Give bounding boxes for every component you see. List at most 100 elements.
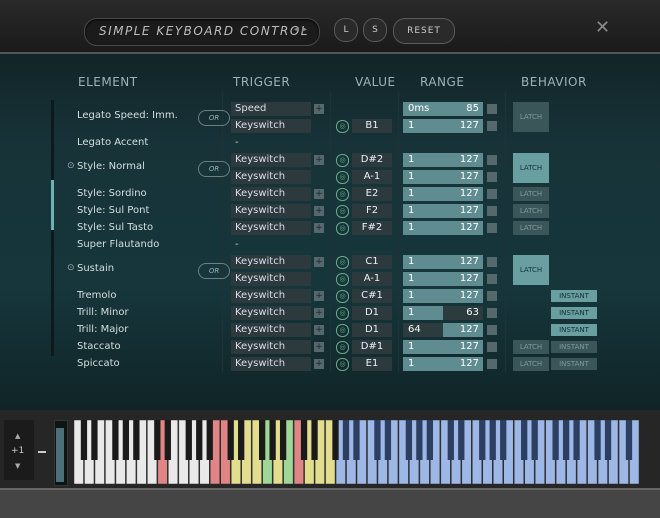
- black-key[interactable]: [80, 420, 88, 460]
- learn-icon[interactable]: ◎: [336, 273, 349, 286]
- learn-icon[interactable]: ◎: [336, 188, 349, 201]
- trigger-field[interactable]: Keyswitch: [231, 357, 311, 371]
- trigger-field[interactable]: Keyswitch: [231, 221, 311, 235]
- latch-button[interactable]: LATCH: [513, 102, 549, 132]
- learn-icon[interactable]: ◎: [336, 358, 349, 371]
- black-key[interactable]: [573, 420, 580, 460]
- range-slider[interactable]: 64 127: [403, 323, 483, 337]
- piano-keyboard[interactable]: [74, 420, 640, 484]
- black-key[interactable]: [521, 420, 528, 460]
- learn-icon[interactable]: ◎: [336, 154, 349, 167]
- black-key[interactable]: [479, 420, 486, 460]
- value-field[interactable]: A-1: [352, 170, 392, 184]
- edit-icon[interactable]: [487, 325, 497, 335]
- black-key[interactable]: [594, 420, 601, 460]
- edit-icon[interactable]: [487, 308, 497, 318]
- trigger-field[interactable]: Keyswitch: [231, 204, 311, 218]
- minus-icon[interactable]: [38, 451, 46, 453]
- black-key[interactable]: [112, 420, 119, 460]
- octave-up-icon[interactable]: ▲: [15, 432, 20, 440]
- black-key[interactable]: [185, 420, 192, 460]
- add-trigger-icon[interactable]: +: [314, 291, 324, 301]
- black-key[interactable]: [353, 420, 360, 460]
- scrollbar-thumb[interactable]: [51, 180, 54, 230]
- trigger-field[interactable]: Keyswitch: [231, 153, 311, 167]
- range-slider[interactable]: 1 127: [403, 255, 483, 269]
- title-selector[interactable]: SIMPLE KEYBOARD CONTROL ◂ ▸: [84, 18, 320, 46]
- black-key[interactable]: [500, 420, 507, 460]
- instant-button[interactable]: INSTANT: [551, 358, 597, 370]
- black-key[interactable]: [384, 420, 392, 460]
- reset-button[interactable]: RESET: [393, 18, 455, 44]
- black-key[interactable]: [332, 420, 339, 460]
- add-trigger-icon[interactable]: +: [314, 104, 324, 114]
- instant-button[interactable]: INSTANT: [551, 307, 597, 319]
- trigger-field[interactable]: Keyswitch: [231, 119, 311, 133]
- latch-button[interactable]: LATCH: [513, 153, 549, 183]
- range-slider[interactable]: 1 127: [403, 340, 483, 354]
- edit-icon[interactable]: [487, 121, 497, 131]
- edit-icon[interactable]: [487, 172, 497, 182]
- trigger-field[interactable]: Keyswitch: [231, 255, 311, 269]
- edit-icon[interactable]: [487, 274, 497, 284]
- learn-icon[interactable]: ◎: [336, 256, 349, 269]
- edit-icon[interactable]: [487, 291, 497, 301]
- black-key[interactable]: [91, 420, 98, 460]
- edit-icon[interactable]: [487, 189, 497, 199]
- radio-icon[interactable]: ⊙: [67, 161, 75, 171]
- value-field[interactable]: E2: [352, 187, 392, 201]
- range-slider[interactable]: 1 127: [403, 221, 483, 235]
- edit-icon[interactable]: [487, 359, 497, 369]
- black-key[interactable]: [489, 420, 496, 460]
- black-key[interactable]: [311, 420, 318, 460]
- edit-icon[interactable]: [487, 257, 497, 267]
- black-key[interactable]: [342, 420, 350, 460]
- trigger-field[interactable]: Keyswitch: [231, 340, 311, 354]
- black-key[interactable]: [300, 420, 308, 460]
- add-trigger-icon[interactable]: +: [314, 308, 324, 318]
- value-field[interactable]: D1: [352, 306, 392, 320]
- instant-button[interactable]: INSTANT: [551, 324, 597, 336]
- close-icon[interactable]: ✕: [595, 17, 610, 38]
- black-key[interactable]: [405, 420, 413, 460]
- add-trigger-icon[interactable]: +: [314, 342, 324, 352]
- latch-button[interactable]: LATCH: [513, 204, 549, 218]
- black-key[interactable]: [133, 420, 140, 460]
- black-key[interactable]: [552, 420, 559, 460]
- range-slider[interactable]: 1 127: [403, 289, 483, 303]
- black-key[interactable]: [206, 420, 213, 460]
- black-key[interactable]: [447, 420, 454, 460]
- value-field[interactable]: D#2: [352, 153, 392, 167]
- range-slider[interactable]: 1 63: [403, 306, 483, 320]
- edit-icon[interactable]: [487, 206, 497, 216]
- edit-icon[interactable]: [487, 342, 497, 352]
- black-key[interactable]: [458, 420, 465, 460]
- add-trigger-icon[interactable]: +: [314, 189, 324, 199]
- add-trigger-icon[interactable]: +: [314, 257, 324, 267]
- range-slider[interactable]: 1 127: [403, 204, 483, 218]
- trigger-field[interactable]: Keyswitch: [231, 306, 311, 320]
- range-slider[interactable]: 0ms 85: [403, 102, 483, 116]
- learn-icon[interactable]: ◎: [336, 222, 349, 235]
- l-button[interactable]: L: [334, 18, 358, 42]
- add-trigger-icon[interactable]: +: [314, 155, 324, 165]
- trigger-field[interactable]: Keyswitch: [231, 170, 311, 184]
- black-key[interactable]: [374, 420, 381, 460]
- learn-icon[interactable]: ◎: [336, 120, 349, 133]
- value-field[interactable]: C#1: [352, 289, 392, 303]
- latch-button[interactable]: LATCH: [513, 221, 549, 235]
- edit-icon[interactable]: [487, 155, 497, 165]
- add-trigger-icon[interactable]: +: [314, 359, 324, 369]
- range-slider[interactable]: 1 127: [403, 187, 483, 201]
- prev-next-arrows-icon[interactable]: ◂ ▸: [294, 24, 307, 35]
- latch-button[interactable]: LATCH: [513, 255, 549, 285]
- learn-icon[interactable]: ◎: [336, 307, 349, 320]
- value-field[interactable]: C1: [352, 255, 392, 269]
- instant-button[interactable]: INSTANT: [551, 341, 597, 353]
- black-key[interactable]: [164, 420, 171, 460]
- trigger-field[interactable]: -: [231, 136, 311, 150]
- range-slider[interactable]: 1 127: [403, 170, 483, 184]
- latch-button[interactable]: LATCH: [513, 187, 549, 201]
- value-field[interactable]: D#1: [352, 340, 392, 354]
- add-trigger-icon[interactable]: +: [314, 325, 324, 335]
